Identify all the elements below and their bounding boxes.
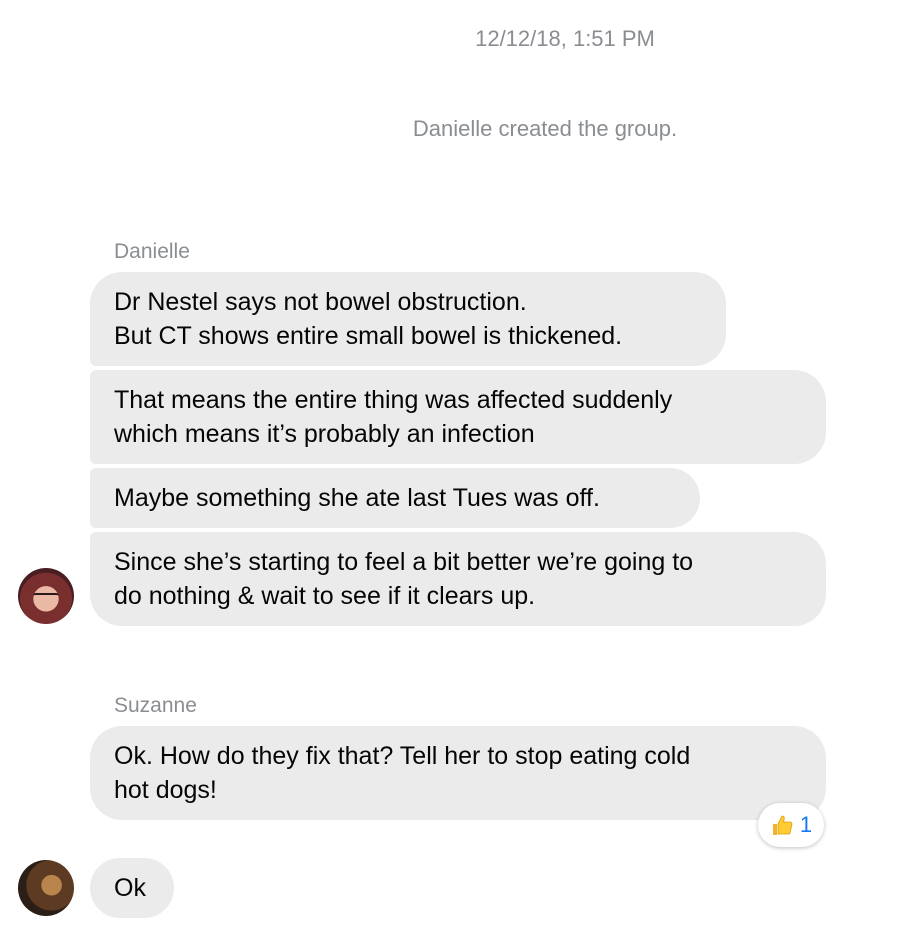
avatar-glasses (33, 593, 59, 601)
avatar[interactable] (18, 860, 74, 916)
message-line: which means it’s probably an infection (114, 420, 535, 448)
system-message: Danielle created the group. (412, 116, 678, 141)
message-line: Since she’s starting to feel a bit bette… (114, 548, 694, 576)
message-bubble[interactable]: Ok. How do they fix that? Tell her to st… (90, 726, 826, 820)
sender-name: Suzanne (114, 694, 197, 717)
sender-name: Danielle (114, 240, 190, 263)
avatar[interactable] (18, 568, 74, 624)
message-line: But CT shows entire small bowel is thick… (114, 322, 623, 350)
message-line: do nothing & wait to see if it clears up… (114, 582, 536, 610)
message-bubble[interactable]: Since she’s starting to feel a bit bette… (90, 532, 826, 626)
message-line: hot dogs! (114, 776, 217, 804)
message-line: Dr Nestel says not bowel obstruction. (114, 288, 527, 316)
reaction-count: 1 (799, 812, 813, 837)
thumbs-up-icon (772, 815, 793, 835)
message-line: That means the entire thing was affected… (114, 386, 673, 414)
message-bubble[interactable]: That means the entire thing was affected… (90, 370, 826, 464)
thread-timestamp: 12/12/18, 1:51 PM (475, 26, 655, 51)
message-bubble[interactable]: Maybe something she ate last Tues was of… (90, 468, 700, 528)
message-line: Maybe something she ate last Tues was of… (114, 484, 600, 512)
message-bubble[interactable]: Dr Nestel says not bowel obstruction. Bu… (90, 272, 726, 366)
message-line: Ok (114, 874, 146, 902)
reaction-badge[interactable]: 1 (758, 803, 824, 847)
message-bubble[interactable]: Ok (90, 858, 174, 918)
message-line: Ok. How do they fix that? Tell her to st… (114, 742, 691, 770)
